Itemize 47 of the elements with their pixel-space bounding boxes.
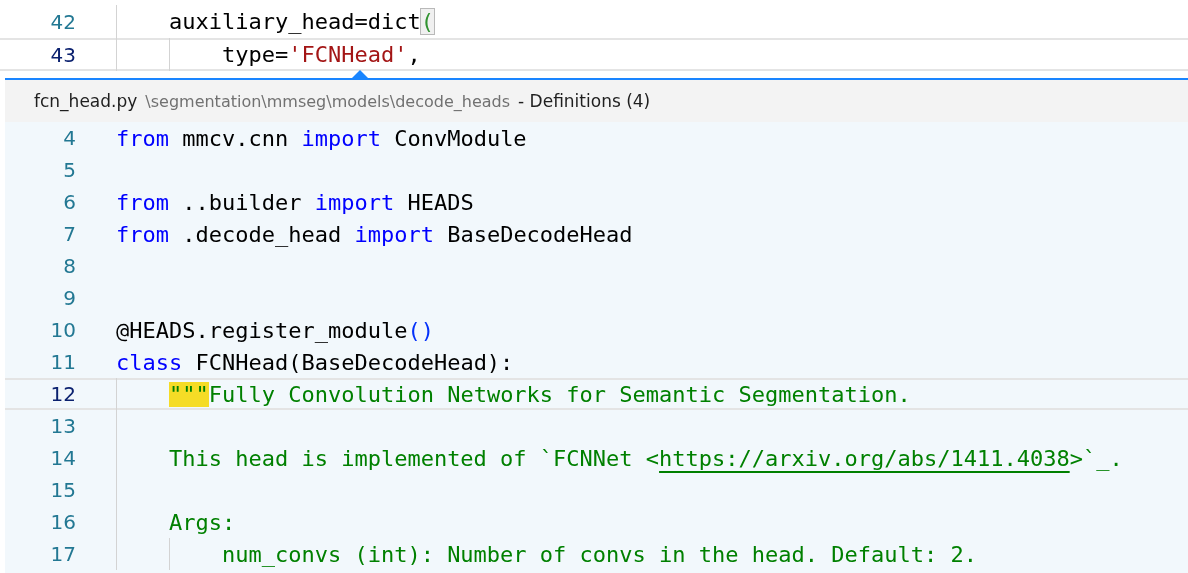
line-number: 10 bbox=[49, 318, 76, 342]
code-text: import bbox=[301, 125, 381, 151]
line-number: 17 bbox=[49, 542, 76, 566]
highlighted-text: """ bbox=[167, 381, 209, 407]
matched-bracket: ( bbox=[420, 9, 434, 34]
code-text: type= bbox=[220, 42, 289, 67]
line-number: 12 bbox=[49, 382, 76, 406]
link[interactable]: https://arxiv.org/abs/1411.4038 bbox=[659, 445, 1070, 471]
line-number: 14 bbox=[49, 446, 76, 470]
line-number: 11 bbox=[49, 350, 76, 374]
code-text: , bbox=[407, 42, 421, 67]
code-text: from bbox=[116, 221, 169, 247]
code-text: .decode_head bbox=[181, 221, 343, 247]
code-text: auxiliary_head=dict bbox=[167, 9, 421, 34]
code-text: class bbox=[116, 349, 183, 375]
code-text: HEADS bbox=[406, 189, 474, 215]
code-text: () bbox=[407, 317, 434, 343]
line-number: 6 bbox=[62, 190, 76, 214]
code-text: Fully Convolution Networks for Semantic Segmentation. bbox=[208, 381, 911, 407]
code-text: mmcv.cnn bbox=[181, 125, 290, 151]
code-text: from bbox=[116, 189, 169, 215]
code-text: Args: bbox=[167, 509, 236, 535]
line-number: 16 bbox=[49, 510, 76, 534]
code-text: FCNHead(BaseDecodeHead): bbox=[194, 349, 514, 375]
line-number: 43 bbox=[49, 42, 76, 67]
code-text: num_convs (int): Number of convs in the head. Default: 2. bbox=[220, 541, 977, 567]
file-path: \segmentation\mmseg\models\decode_heads bbox=[145, 91, 511, 111]
line-number: 42 bbox=[49, 9, 76, 34]
code-text: BaseDecodeHead bbox=[446, 221, 633, 247]
line-number: 15 bbox=[49, 478, 76, 502]
code-text: @HEADS.register_module bbox=[116, 317, 408, 343]
code-text: ConvModule bbox=[393, 125, 527, 151]
line-number: 4 bbox=[62, 126, 76, 150]
line-number: 5 bbox=[62, 158, 76, 182]
line-number: 8 bbox=[62, 254, 76, 278]
code-text: import bbox=[354, 221, 434, 247]
line-number: 9 bbox=[62, 286, 76, 310]
code-text: This head is implemented of `FCNNet < bbox=[167, 445, 660, 471]
code-text: ..builder bbox=[181, 189, 303, 215]
code-text: >`_. bbox=[1069, 445, 1123, 471]
file-name: fcn_head.py bbox=[34, 91, 138, 111]
line-number: 7 bbox=[62, 222, 76, 246]
code-text: 'FCNHead' bbox=[288, 42, 408, 67]
code-text: import bbox=[314, 189, 395, 215]
line-number: 13 bbox=[49, 414, 76, 438]
code-text: from bbox=[116, 125, 169, 151]
peek-title: - Definitions (4) bbox=[518, 91, 651, 111]
